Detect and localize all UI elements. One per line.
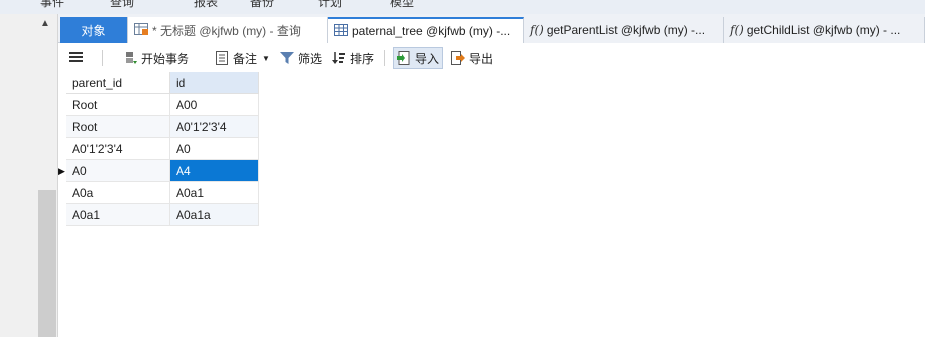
sort-icon xyxy=(332,51,346,65)
hamburger-icon xyxy=(69,51,83,65)
export-button[interactable]: 导出 xyxy=(448,47,496,69)
function-icon: f() xyxy=(730,23,744,37)
import-button[interactable]: 导入 xyxy=(393,47,444,69)
row-indicator xyxy=(58,182,66,204)
cell-id[interactable]: A00 xyxy=(170,94,259,116)
menu-button[interactable] xyxy=(66,47,90,69)
toolbar-divider xyxy=(102,50,103,66)
import-icon xyxy=(397,51,411,65)
export-icon xyxy=(451,51,465,65)
tab-get-parent-list[interactable]: f() getParentList @kjfwb (my) -... xyxy=(524,17,724,43)
menu-item-report[interactable]: 报表 xyxy=(194,0,218,10)
cell-id[interactable]: A0a1 xyxy=(170,182,259,204)
table-row[interactable]: Root A0'1'2'3'4 xyxy=(58,116,259,138)
table-toolbar: 开始事务 备注 ▼ 筛选 排序 导入 导出 xyxy=(58,44,925,72)
chevron-down-icon: ▼ xyxy=(262,53,270,63)
table-row[interactable]: A0'1'2'3'4 A0 xyxy=(58,138,259,160)
cell-id[interactable]: A0'1'2'3'4 xyxy=(170,116,259,138)
tab-untitled-query[interactable]: * 无标题 @kjfwb (my) - 查询 xyxy=(128,17,328,43)
table-grid-icon xyxy=(334,23,348,39)
row-indicator xyxy=(58,94,66,116)
filter-button[interactable]: 筛选 xyxy=(277,47,325,69)
navigator-scrollbar[interactable] xyxy=(38,190,56,337)
filter-label: 筛选 xyxy=(298,51,323,66)
cell-id-selected[interactable]: A4 xyxy=(170,160,259,182)
function-icon: f() xyxy=(530,23,544,37)
navigator-panel: ▲ xyxy=(0,14,58,337)
note-dropdown-button[interactable]: 备注 ▼ xyxy=(212,47,273,69)
cell-parent-id[interactable]: Root xyxy=(66,94,170,116)
note-label: 备注 xyxy=(233,51,258,66)
row-indicator xyxy=(58,204,66,226)
toolbar-divider xyxy=(384,50,385,66)
menu-item-model[interactable]: 模型 xyxy=(390,0,414,10)
cell-id[interactable]: A0a1a xyxy=(170,204,259,226)
row-indicator xyxy=(58,116,66,138)
cell-parent-id[interactable]: A0a1 xyxy=(66,204,170,226)
tab-label: getChildList @kjfwb (my) - ... xyxy=(746,23,901,37)
filter-funnel-icon xyxy=(280,51,294,65)
table-row[interactable]: A0a A0a1 xyxy=(58,182,259,204)
cell-parent-id[interactable]: A0 xyxy=(66,160,170,182)
tab-label: getParentList @kjfwb (my) -... xyxy=(546,23,706,37)
begin-transaction-label: 开始事务 xyxy=(141,51,190,66)
sort-button[interactable]: 排序 xyxy=(329,47,377,69)
tab-label: * 无标题 @kjfwb (my) - 查询 xyxy=(152,23,301,38)
sort-label: 排序 xyxy=(350,51,375,66)
cell-parent-id[interactable]: A0'1'2'3'4 xyxy=(66,138,170,160)
tab-paternal-tree[interactable]: paternal_tree @kjfwb (my) -... xyxy=(328,17,524,43)
tab-get-child-list[interactable]: f() getChildList @kjfwb (my) - ... xyxy=(724,17,925,43)
query-table-icon xyxy=(134,22,148,38)
tab-objects[interactable]: 对象 xyxy=(60,17,128,43)
menu-item-schedule[interactable]: 计划 xyxy=(318,0,342,10)
menu-item-events[interactable]: 事件 xyxy=(40,0,64,10)
table-row[interactable]: Root A00 xyxy=(58,94,259,116)
column-header-parent-id[interactable]: parent_id xyxy=(66,72,170,94)
tab-label: paternal_tree @kjfwb (my) -... xyxy=(352,24,511,38)
import-label: 导入 xyxy=(415,51,440,66)
table-row[interactable]: A0a1 A0a1a xyxy=(58,204,259,226)
cell-parent-id[interactable]: Root xyxy=(66,116,170,138)
tab-bar: 对象 * 无标题 @kjfwb (my) - 查询 paternal_tree … xyxy=(58,14,925,43)
begin-transaction-button[interactable]: 开始事务 xyxy=(120,47,192,69)
menu-item-backup[interactable]: 备份 xyxy=(250,0,274,10)
transaction-icon xyxy=(123,51,137,65)
current-row-pointer-icon: ▶ xyxy=(58,166,65,176)
tab-label: 对象 xyxy=(81,23,106,38)
menu-bar: 事件 查询 报表 备份 计划 模型 xyxy=(0,0,925,14)
table-row-current[interactable]: ▶ A0 A4 xyxy=(58,160,259,182)
row-indicator xyxy=(58,138,66,160)
note-icon xyxy=(215,51,229,65)
cell-parent-id[interactable]: A0a xyxy=(66,182,170,204)
column-header-id[interactable]: id xyxy=(170,72,259,94)
collapse-up-icon[interactable]: ▲ xyxy=(40,18,50,29)
export-label: 导出 xyxy=(469,51,494,66)
menu-item-query[interactable]: 查询 xyxy=(110,0,134,10)
cell-id[interactable]: A0 xyxy=(170,138,259,160)
